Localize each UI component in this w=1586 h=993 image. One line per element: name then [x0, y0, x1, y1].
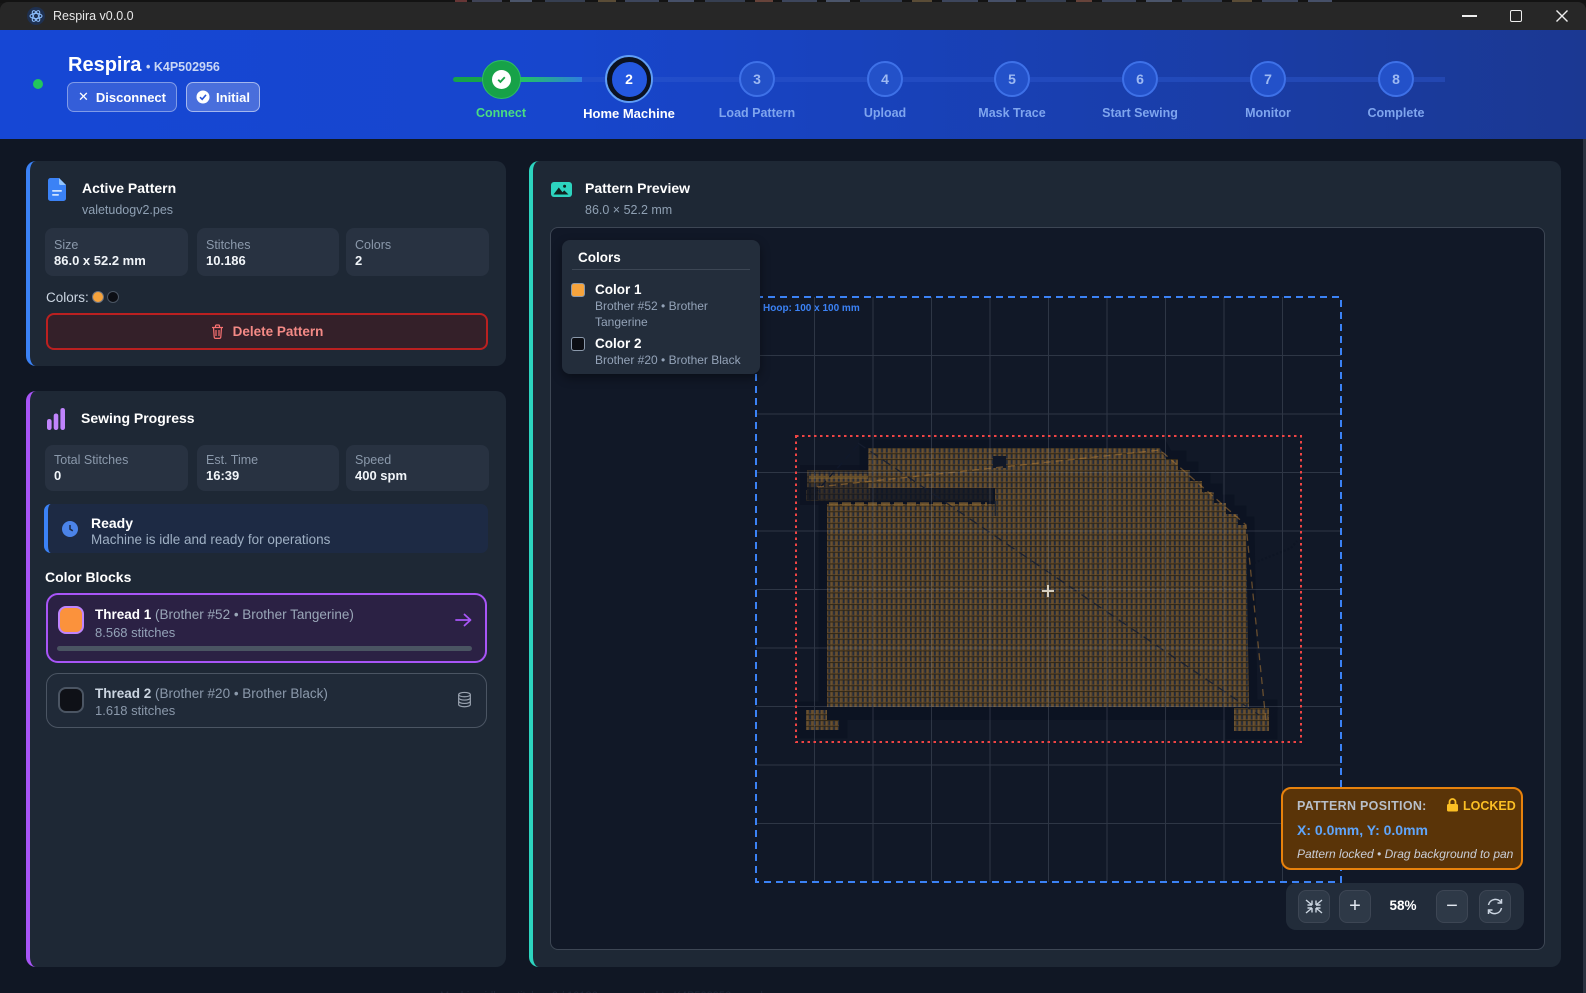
svg-text:Hoop: 100 x 100 mm: Hoop: 100 x 100 mm [763, 303, 860, 314]
